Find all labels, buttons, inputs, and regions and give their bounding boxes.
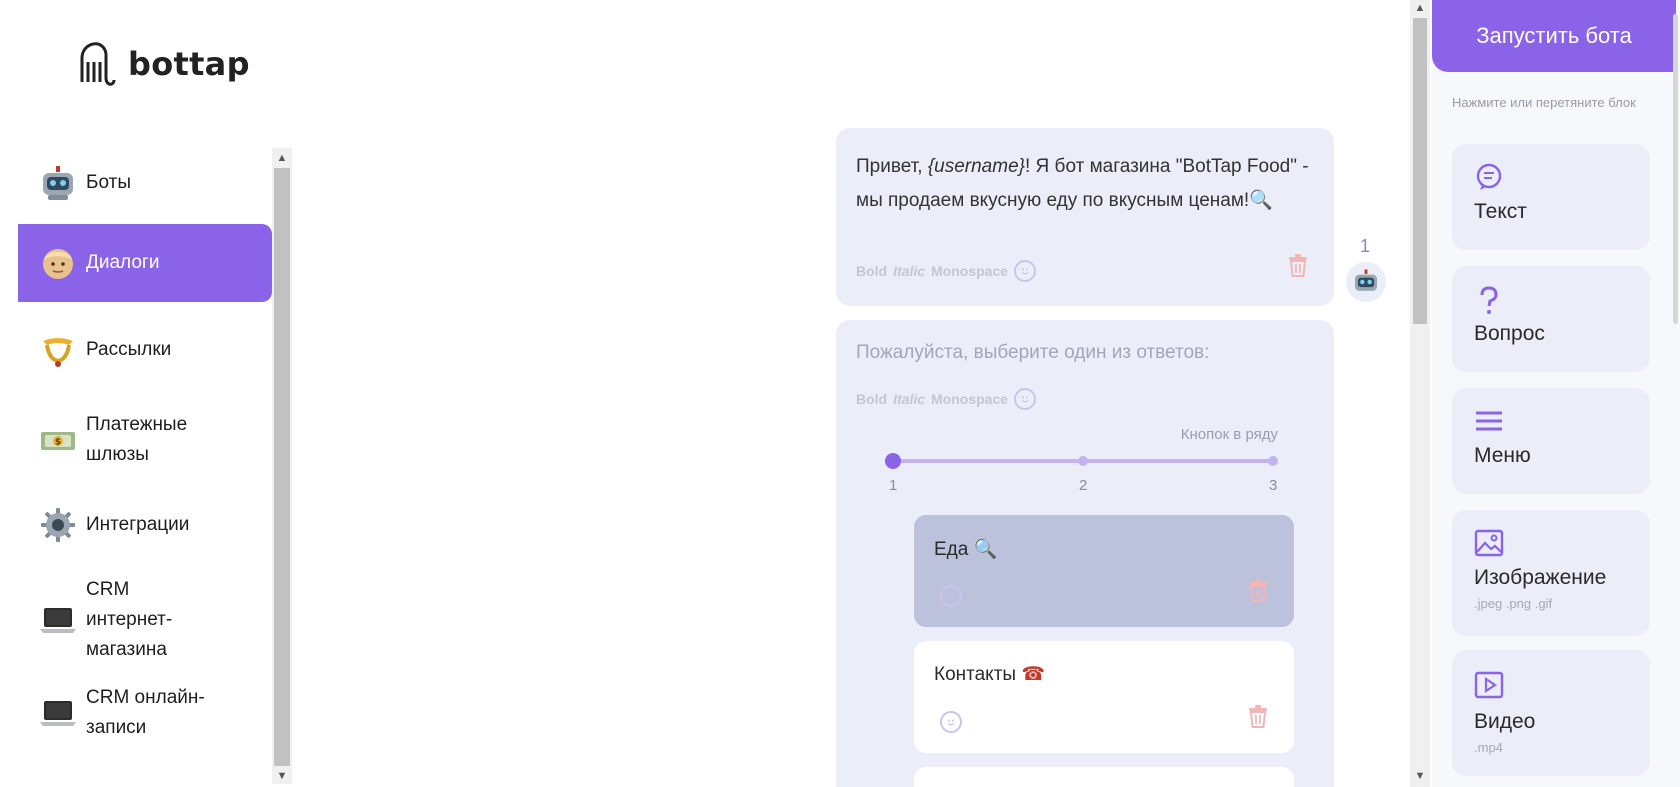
scroll-down-icon[interactable]: ▼: [273, 768, 291, 784]
message-text-part: Привет,: [856, 156, 928, 177]
sidebar-item-crm-booking[interactable]: CRM онлайн-записи: [18, 678, 272, 748]
answer-button-partial[interactable]: [914, 767, 1294, 787]
chat-scrollbar[interactable]: ▲ ▼: [1410, 0, 1430, 787]
scroll-thumb[interactable]: [1413, 18, 1427, 324]
banknote-icon: $: [38, 420, 78, 460]
block-video[interactable]: Видео .mp4: [1452, 650, 1650, 776]
trash-icon[interactable]: [1286, 252, 1310, 278]
block-label: Изображение: [1474, 566, 1607, 589]
sidebar-item-label: CRM интернет-магазина: [86, 579, 173, 660]
video-icon: [1474, 671, 1504, 699]
sidebar-item-integrations[interactable]: Интеграции: [18, 494, 272, 556]
menu-icon: [1476, 411, 1502, 431]
sidebar-item-payments[interactable]: $ Платежные шлюзы: [18, 402, 272, 478]
slider-tick-label: 1: [889, 477, 898, 494]
format-toolbar: Bold Italic Monospace: [856, 260, 1037, 282]
laptop-icon: [38, 693, 78, 733]
sidebar-item-label: Боты: [86, 172, 131, 193]
sidebar-item-label: Диалоги: [86, 252, 160, 273]
gear-icon: [38, 505, 78, 545]
trash-icon[interactable]: [1246, 703, 1270, 729]
emoji-picker-icon[interactable]: [940, 585, 962, 607]
magnifier-emoji: 🔍: [1249, 190, 1273, 211]
image-icon: [1474, 529, 1504, 557]
answer-label[interactable]: Контакты ☎: [934, 663, 1045, 686]
slider-stop[interactable]: [1078, 456, 1088, 466]
block-label: Меню: [1474, 444, 1531, 467]
monospace-button[interactable]: Monospace: [931, 263, 1008, 279]
sidebar-item-label: Рассылки: [86, 339, 172, 360]
block-label: Вопрос: [1474, 322, 1545, 345]
scroll-down-icon[interactable]: ▼: [1411, 768, 1429, 784]
panel-scrollbar[interactable]: [1670, 0, 1680, 787]
question-text-input[interactable]: Пожалуйста, выберите один из ответов:: [856, 342, 1209, 364]
launch-bot-button[interactable]: Запустить бота: [1432, 0, 1676, 72]
block-menu[interactable]: Меню: [1452, 388, 1650, 494]
username-variable: {username}: [927, 156, 1025, 177]
sidebar-item-bots[interactable]: Боты: [18, 154, 272, 212]
robot-icon: [38, 163, 78, 203]
bot-message-card[interactable]: Привет, {username}! Я бот магазина "BotT…: [836, 128, 1334, 306]
emoji-picker-icon[interactable]: [1014, 388, 1037, 410]
telephone-emoji: ☎: [1021, 664, 1046, 685]
answer-button-food[interactable]: Еда 🔍: [914, 515, 1294, 627]
laptop-icon: [38, 600, 78, 640]
person-face-icon: [38, 243, 78, 283]
bold-button[interactable]: Bold: [856, 263, 887, 279]
sidebar-item-label: CRM онлайн-записи: [86, 687, 205, 738]
block-formats: .jpeg .png .gif: [1474, 596, 1553, 611]
postal-horn-icon: [38, 330, 78, 370]
message-text[interactable]: Привет, {username}! Я бот магазина "BotT…: [856, 150, 1318, 218]
bold-button[interactable]: Bold: [856, 391, 887, 407]
scroll-up-icon[interactable]: ▲: [273, 150, 291, 166]
brand-logo[interactable]: bottap: [74, 36, 250, 92]
scroll-up-icon[interactable]: ▲: [1411, 0, 1429, 16]
block-text[interactable]: Текст: [1452, 144, 1650, 250]
block-question[interactable]: Вопрос: [1452, 266, 1650, 372]
octopus-logo-icon: [80, 42, 116, 86]
format-toolbar: Bold Italic Monospace: [856, 388, 1037, 410]
trash-icon[interactable]: [1246, 577, 1270, 603]
sidebar-item-label: Интеграции: [86, 514, 190, 535]
answer-button-contacts[interactable]: Контакты ☎: [914, 641, 1294, 753]
answer-label-text: Контакты: [934, 664, 1017, 685]
svg-text:$: $: [55, 438, 61, 448]
sidebar-nav: Боты Диалоги Рассылки $ Платежные шлюзы …: [18, 150, 272, 785]
slider-tick-label: 2: [1079, 477, 1088, 494]
question-card[interactable]: Пожалуйста, выберите один из ответов: Bo…: [836, 320, 1334, 787]
monospace-button[interactable]: Monospace: [931, 391, 1008, 407]
scroll-thumb[interactable]: [1673, 14, 1678, 324]
speech-bubble-icon: [1476, 163, 1502, 190]
magnifier-emoji: 🔍: [973, 539, 998, 560]
emoji-picker-icon[interactable]: [940, 711, 962, 733]
block-image[interactable]: Изображение .jpeg .png .gif: [1452, 510, 1650, 636]
block-label: Текст: [1474, 200, 1527, 223]
brand-name: bottap: [128, 45, 250, 83]
slider-tick-label: 3: [1269, 477, 1278, 494]
italic-button[interactable]: Italic: [893, 391, 925, 407]
message-index: 1: [1360, 236, 1371, 256]
buttons-per-row-label: Кнопок в ряду: [1180, 426, 1278, 443]
block-label: Видео: [1474, 710, 1536, 733]
bot-avatar: [1346, 262, 1386, 302]
sidebar-item-mailings[interactable]: Рассылки: [18, 320, 272, 380]
question-mark-icon: [1480, 286, 1498, 314]
slider-stop[interactable]: [1268, 456, 1278, 466]
answer-label[interactable]: Еда 🔍: [934, 537, 997, 561]
robot-icon: [1354, 269, 1378, 291]
slider-handle[interactable]: [885, 453, 901, 469]
answer-label-text: Еда: [934, 539, 969, 560]
sidebar-item-dialogs[interactable]: Диалоги: [18, 224, 272, 302]
block-formats: .mp4: [1474, 740, 1503, 755]
blocks-hint: Нажмите или перетяните блок: [1452, 95, 1636, 110]
emoji-picker-icon[interactable]: [1014, 260, 1037, 282]
buttons-per-row-slider[interactable]: [885, 450, 1278, 470]
scroll-thumb[interactable]: [274, 168, 290, 766]
sidebar-item-crm-shop[interactable]: CRM интернет-магазина: [18, 572, 272, 668]
italic-button[interactable]: Italic: [893, 263, 925, 279]
sidebar-item-label: Платежные шлюзы: [86, 414, 188, 465]
sidebar-scrollbar[interactable]: ▲ ▼: [272, 148, 292, 784]
